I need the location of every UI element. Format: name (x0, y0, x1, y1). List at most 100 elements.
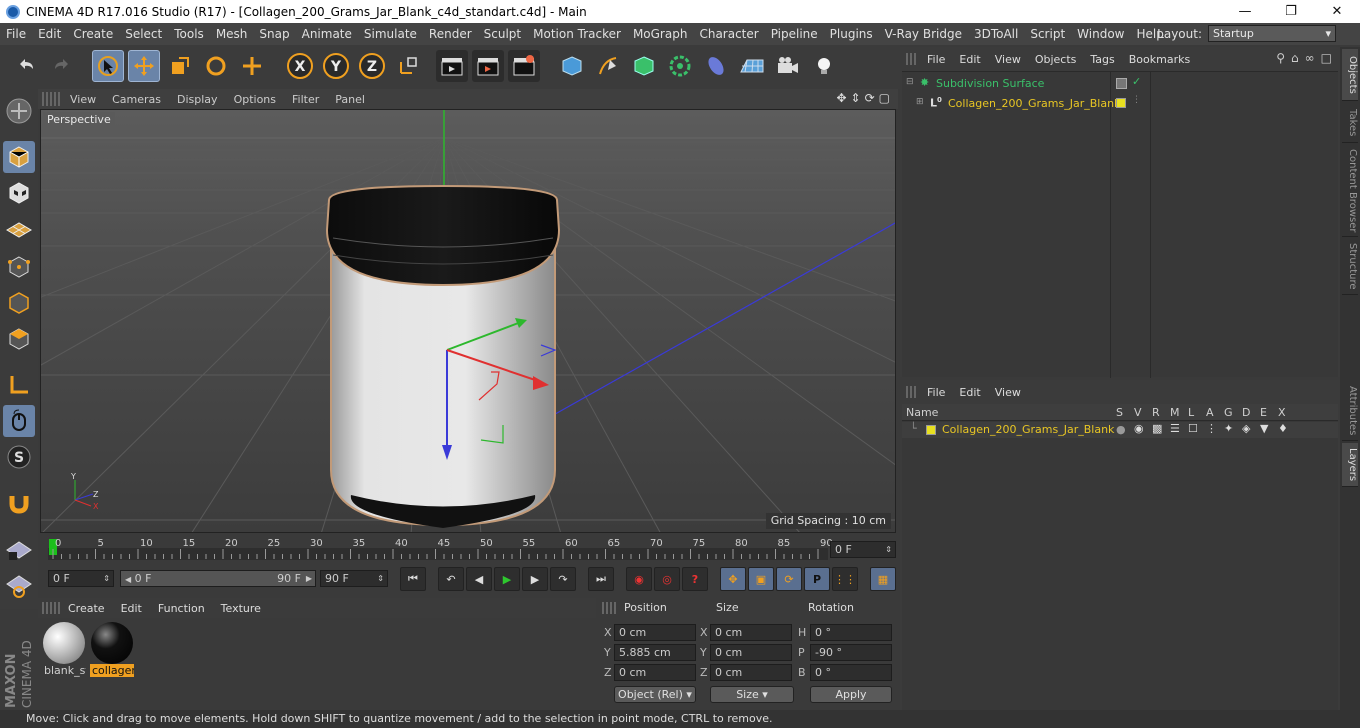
menu-file[interactable]: File (0, 27, 32, 41)
autokey-button[interactable]: ◎ (654, 567, 680, 591)
rotate-tool-button[interactable] (200, 50, 232, 82)
expression-icon[interactable]: ▼ (1260, 422, 1268, 435)
end-frame-field[interactable]: 90 F ⇕ (320, 570, 388, 587)
menu-tools[interactable]: Tools (168, 27, 210, 41)
viewport-menu-display[interactable]: Display (169, 93, 226, 106)
play-button[interactable]: ▶ (494, 567, 520, 591)
go-to-start-button[interactable]: ⏮ (400, 567, 426, 591)
add-camera-button[interactable] (772, 50, 804, 82)
xref-icon[interactable]: ♦ (1278, 422, 1288, 435)
pan-view-icon[interactable]: ✥ (836, 91, 846, 105)
viewport-menu-options[interactable]: Options (226, 93, 284, 106)
animation-icon[interactable]: ⋮ (1206, 422, 1217, 435)
spinner-icon[interactable]: ⇕ (103, 571, 110, 586)
tab-content-browser[interactable]: Content Browser (1342, 145, 1358, 237)
menu-pipeline[interactable]: Pipeline (765, 27, 824, 41)
add-mograph-button[interactable] (664, 50, 696, 82)
render-view-button[interactable] (436, 50, 468, 82)
previous-frame-button[interactable]: ◀ (466, 567, 492, 591)
rotation-h-field[interactable]: 0 ° (810, 624, 892, 641)
home-icon[interactable]: ⌂ (1291, 51, 1299, 65)
lock-workplane-button[interactable] (3, 533, 35, 565)
z-axis-button[interactable]: Z (356, 50, 388, 82)
next-frame-button[interactable]: ▶ (522, 567, 548, 591)
visibility-dots-icon[interactable]: ⋮ (1132, 95, 1141, 105)
solo-icon[interactable]: ● (1116, 423, 1126, 436)
next-keyframe-button[interactable]: ↷ (550, 567, 576, 591)
key-pla-button[interactable]: ⋮⋮ (832, 567, 858, 591)
object-menu-file[interactable]: File (920, 53, 952, 66)
transform-tool-button[interactable] (236, 50, 268, 82)
menu-character[interactable]: Character (693, 27, 764, 41)
range-left-arrow-icon[interactable]: ◀ (125, 575, 131, 584)
object-row-collagen-jar[interactable]: ⊞ L0 Collagen_200_Grams_Jar_Blank ⋮ (902, 95, 1338, 113)
material-blank-st[interactable]: blank_st (42, 622, 86, 680)
new-window-icon[interactable]: □ (1321, 51, 1332, 65)
add-spline-button[interactable] (592, 50, 624, 82)
previous-keyframe-button[interactable]: ↶ (438, 567, 464, 591)
deformer-icon[interactable]: ◈ (1242, 422, 1250, 435)
start-frame-field[interactable]: 0 F ⇕ (48, 570, 114, 587)
viewport-menu-cameras[interactable]: Cameras (104, 93, 169, 106)
polygons-mode-button[interactable] (3, 323, 35, 355)
collapse-icon[interactable]: ⊟ (906, 77, 914, 87)
add-deformer-button[interactable] (700, 50, 732, 82)
tab-structure[interactable]: Structure (1342, 239, 1358, 295)
viewport-menu-filter[interactable]: Filter (284, 93, 327, 106)
workplane-mode-button[interactable] (3, 213, 35, 245)
menu-render[interactable]: Render (423, 27, 478, 41)
move-tool-button[interactable] (128, 50, 160, 82)
size-z-field[interactable]: 0 cm (710, 664, 792, 681)
magnet-button[interactable] (3, 487, 35, 519)
menu-script[interactable]: Script (1024, 27, 1071, 41)
size-mode-dropdown[interactable]: Size ▾ (710, 686, 794, 703)
key-scale-button[interactable]: ▣ (748, 567, 774, 591)
key-parameter-button[interactable]: P (804, 567, 830, 591)
live-selection-button[interactable] (92, 50, 124, 82)
enabled-check-icon[interactable]: ✓ (1132, 75, 1141, 88)
menu-select[interactable]: Select (119, 27, 168, 41)
menu-snap[interactable]: Snap (253, 27, 295, 41)
maximize-view-icon[interactable]: ▢ (879, 91, 890, 105)
key-position-button[interactable]: ✥ (720, 567, 746, 591)
generator-icon[interactable]: ✦ (1224, 422, 1233, 435)
material-collager[interactable]: collager (90, 622, 134, 680)
layer-color-icon[interactable] (1116, 98, 1126, 108)
texture-mode-button[interactable] (3, 177, 35, 209)
close-button[interactable]: ✕ (1314, 0, 1360, 23)
layer-menu-view[interactable]: View (988, 386, 1028, 399)
manager-icon[interactable]: ☰ (1170, 422, 1180, 435)
tab-takes[interactable]: Takes (1342, 103, 1358, 143)
y-axis-button[interactable]: Y (320, 50, 352, 82)
position-z-field[interactable]: 0 cm (614, 664, 696, 681)
tab-objects[interactable]: Objects (1342, 49, 1358, 101)
scheme-button[interactable]: ▦ (870, 567, 896, 591)
tab-attributes[interactable]: Attributes (1342, 381, 1358, 441)
range-right-arrow-icon[interactable]: ▶ (306, 571, 312, 586)
material-menu-function[interactable]: Function (150, 602, 213, 615)
menu-motion-tracker[interactable]: Motion Tracker (527, 27, 627, 41)
jar-model[interactable] (325, 184, 561, 528)
object-menu-objects[interactable]: Objects (1028, 53, 1084, 66)
expand-icon[interactable]: ⊞ (916, 97, 924, 107)
position-y-field[interactable]: 5.885 cm (614, 644, 696, 661)
material-menu-texture[interactable]: Texture (213, 602, 269, 615)
key-rotation-button[interactable]: ⟳ (776, 567, 802, 591)
layer-menu-file[interactable]: File (920, 386, 952, 399)
lock-icon[interactable]: ☐ (1188, 422, 1198, 435)
rotation-b-field[interactable]: 0 ° (810, 664, 892, 681)
axis-mode-button[interactable] (3, 369, 35, 401)
add-scene-button[interactable] (736, 50, 768, 82)
redo-button[interactable] (46, 50, 78, 82)
render-picture-viewer-button[interactable] (472, 50, 504, 82)
viewport-menu-panel[interactable]: Panel (327, 93, 373, 106)
spinner-icon[interactable]: ⇕ (885, 542, 892, 557)
make-editable-button[interactable] (3, 95, 35, 127)
timeline-ruler[interactable]: 0 5 10 15 20 25 30 35 40 45 50 55 60 65 70 75 80 85 90 0 F… (38, 535, 900, 563)
add-nurbs-button[interactable] (628, 50, 660, 82)
minimize-button[interactable]: — (1222, 0, 1268, 23)
object-menu-edit[interactable]: Edit (952, 53, 987, 66)
record-keys-button[interactable]: ◉ (626, 567, 652, 591)
material-menu-create[interactable]: Create (60, 602, 113, 615)
menu-sculpt[interactable]: Sculpt (478, 27, 527, 41)
